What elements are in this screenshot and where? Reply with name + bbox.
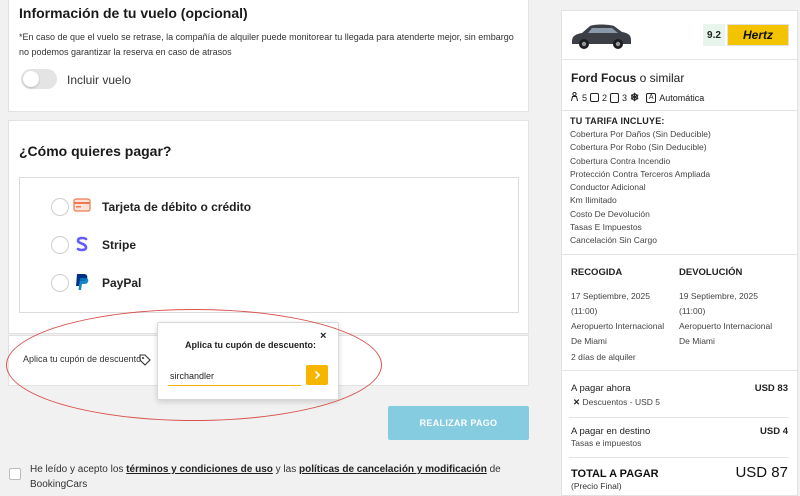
seat-icon bbox=[570, 91, 579, 104]
pay-now-value: USD 83 bbox=[754, 383, 788, 394]
pickup-place-2: De Miami bbox=[571, 336, 607, 346]
credit-card-icon bbox=[73, 198, 91, 217]
list-item: Km Ilimitado bbox=[570, 195, 617, 206]
payment-methods-box bbox=[19, 177, 519, 313]
pay-destination-value: USD 4 bbox=[760, 426, 788, 437]
list-item: Tasas E Impuestos bbox=[570, 222, 642, 233]
car-similar: o similar bbox=[636, 71, 685, 85]
includes-title: TU TARIFA INCLUYE: bbox=[570, 116, 665, 126]
dropoff-time: (11:00) bbox=[679, 306, 706, 316]
list-item: Conductor Adicional bbox=[570, 182, 646, 193]
flight-info-title: Información de tu vuelo (opcional) bbox=[19, 5, 248, 21]
apply-coupon-button[interactable] bbox=[306, 365, 328, 385]
dropoff-label: DEVOLUCIÓN bbox=[679, 267, 743, 278]
car-name: Ford Focus o similar bbox=[571, 71, 684, 85]
luggage-icon bbox=[610, 92, 620, 103]
transmission-icon: A bbox=[646, 92, 657, 103]
rental-days: 2 días de alquiler bbox=[571, 352, 636, 362]
terms-checkbox[interactable] bbox=[9, 468, 21, 480]
payment-method-card[interactable]: Tarjeta de débito o crédito bbox=[102, 200, 251, 214]
stripe-icon bbox=[75, 235, 89, 258]
divider bbox=[562, 59, 797, 60]
tag-icon bbox=[139, 353, 151, 366]
discounts-row: ✕ Descuentos - USD 5 bbox=[573, 397, 660, 408]
divider bbox=[562, 370, 797, 371]
terms-brand: BookingCars bbox=[30, 479, 88, 490]
door-icon bbox=[590, 93, 600, 102]
include-flight-label: Incluir vuelo bbox=[67, 73, 132, 87]
list-item: Cobertura Por Daños (Sin Deducible) bbox=[570, 129, 711, 139]
flight-info-note: *En caso de que el vuelo se retrase, la … bbox=[19, 32, 514, 57]
car-specs: 5 2 3 ❄ A Automática bbox=[570, 91, 704, 104]
dropoff-place: Aeropuerto Internacional bbox=[679, 321, 773, 331]
chevron-right-icon bbox=[314, 370, 321, 380]
pickup-time: (11:00) bbox=[571, 306, 598, 316]
dropoff-place-2: De Miami bbox=[679, 336, 715, 346]
payment-method-stripe[interactable]: Stripe bbox=[102, 238, 136, 252]
close-icon: ✕ bbox=[573, 397, 581, 407]
payment-method-paypal[interactable]: PayPal bbox=[102, 276, 141, 290]
transmission-type: Automática bbox=[659, 92, 705, 103]
submit-payment-button[interactable]: REALIZAR PAGO bbox=[388, 406, 529, 440]
list-item: Protección Contra Terceros Ampliada bbox=[570, 168, 711, 179]
includes-list: Cobertura Por Daños (Sin Deducible) Cobe… bbox=[570, 128, 711, 248]
radio-stripe[interactable] bbox=[51, 236, 69, 254]
coupon-popup bbox=[157, 322, 339, 400]
payment-title: ¿Cómo quieres pagar? bbox=[19, 143, 172, 159]
coupon-link[interactable]: Aplica tu cupón de descuento bbox=[23, 354, 141, 364]
pickup-label: RECOGIDA bbox=[571, 267, 623, 278]
total-sub: (Precio Final) bbox=[571, 481, 622, 491]
hertz-logo: Hertz bbox=[727, 24, 789, 46]
terms-text: He leído y acepto los términos y condici… bbox=[30, 462, 530, 492]
car-model: Ford Focus bbox=[571, 71, 637, 85]
terms-middle: y las bbox=[272, 464, 299, 475]
coupon-input[interactable] bbox=[168, 366, 301, 386]
divider bbox=[569, 457, 789, 458]
include-flight-toggle[interactable] bbox=[21, 69, 57, 89]
discounts-text: Descuentos - USD 5 bbox=[582, 397, 660, 407]
car-image bbox=[568, 19, 634, 56]
coupon-popup-title: Aplica tu cupón de descuento: bbox=[185, 340, 317, 350]
pay-now-label: A pagar ahora bbox=[571, 383, 631, 394]
divider bbox=[562, 110, 797, 111]
radio-paypal[interactable] bbox=[51, 274, 69, 292]
rating-badge: 9.2 bbox=[703, 24, 725, 46]
close-icon[interactable]: × bbox=[320, 330, 326, 342]
dropoff-date: 19 Septiembre, 2025 bbox=[679, 291, 758, 301]
bags-count: 3 bbox=[622, 92, 628, 103]
terms-link[interactable]: términos y condiciones de uso bbox=[126, 464, 273, 475]
paypal-icon bbox=[74, 273, 90, 296]
divider bbox=[569, 417, 789, 418]
list-item: Cobertura Contra Incendio bbox=[570, 155, 671, 166]
total-value: USD 87 bbox=[735, 464, 788, 481]
list-item: Cancelación Sin Cargo bbox=[570, 235, 657, 246]
terms-suffix: de bbox=[486, 464, 501, 475]
snowflake-icon: ❄ bbox=[630, 92, 640, 104]
pickup-details: 17 Septiembre, 2025 (11:00) Aeropuerto I… bbox=[571, 289, 679, 349]
list-item: Costo De Devolución bbox=[570, 208, 650, 219]
pickup-place: Aeropuerto Internacional bbox=[571, 321, 665, 331]
divider bbox=[562, 254, 797, 255]
doors-count: 2 bbox=[602, 92, 608, 103]
pickup-date: 17 Septiembre, 2025 bbox=[571, 291, 650, 301]
pay-destination-label: A pagar en destino bbox=[571, 426, 651, 437]
pay-destination-sub: Tasas e impuestos bbox=[571, 438, 642, 448]
seats-count: 5 bbox=[582, 92, 588, 103]
list-item: Cobertura Por Robo (Sin Deducible) bbox=[570, 142, 707, 153]
terms-prefix: He leído y acepto los bbox=[30, 464, 124, 475]
total-label: TOTAL A PAGAR bbox=[571, 468, 659, 480]
dropoff-details: 19 Septiembre, 2025 (11:00) Aeropuerto I… bbox=[679, 289, 787, 349]
radio-card[interactable] bbox=[51, 198, 69, 216]
cancellation-policy-link[interactable]: políticas de cancelación y modificación bbox=[299, 464, 487, 475]
